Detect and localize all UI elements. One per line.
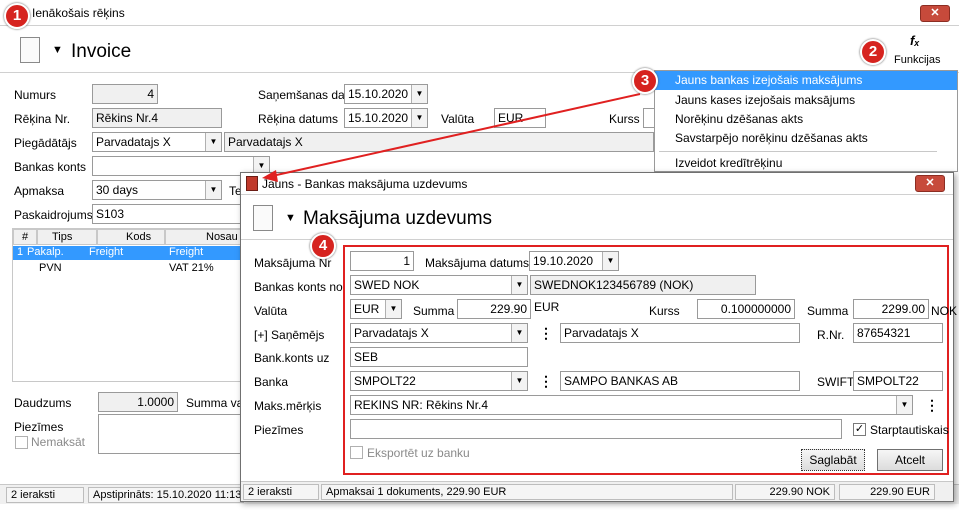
step-badge-4: 4 <box>310 233 336 259</box>
step-badge-2: 2 <box>860 39 886 65</box>
step-badge-1: 1 <box>4 3 30 29</box>
step-badge-3: 3 <box>632 68 658 94</box>
annotation-arrow <box>262 93 641 182</box>
